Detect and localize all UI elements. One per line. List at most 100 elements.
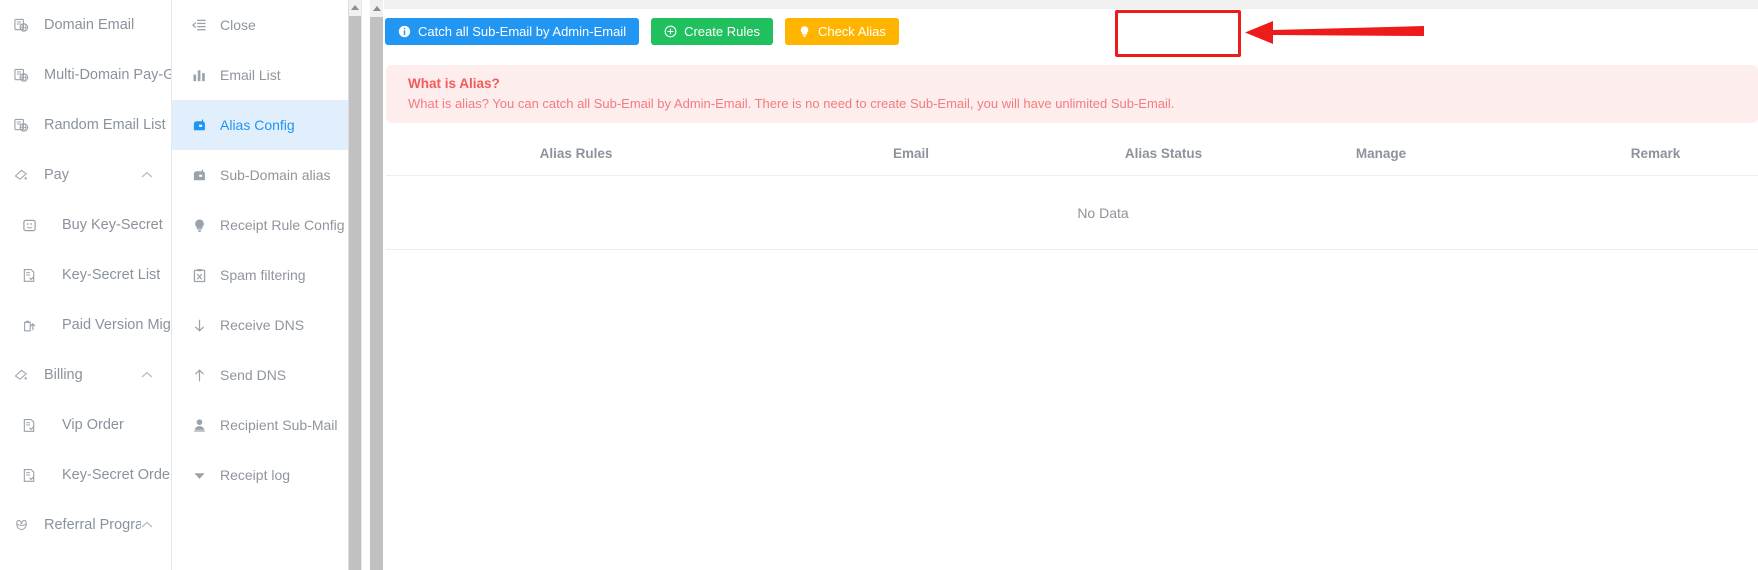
mailbox-icon [190, 118, 208, 133]
sidebar-item-label: Key-Secret Order [62, 467, 171, 483]
sidebar-group-billing[interactable]: Billing [0, 350, 171, 400]
top-strip [384, 0, 1758, 9]
menu-item-label: Send DNS [220, 367, 287, 383]
column-header-alias-status: Alias Status [1124, 145, 1203, 161]
arrow-up-icon [190, 368, 208, 383]
sidebar-item-key-secret-list[interactable]: Key-Secret List [0, 250, 171, 300]
column-header-manage: Manage [1355, 145, 1407, 161]
sidebar-item-label: Multi-Domain Pay-Group [44, 67, 171, 83]
menu-item-label: Recipient Sub-Mail [220, 417, 338, 433]
caret-down-icon [190, 468, 208, 483]
sidebar-item-label: Key-Secret List [62, 267, 161, 283]
sidebar-item-buy-key-secret[interactable]: Buy Key-Secret [0, 200, 171, 250]
document-list-icon [22, 468, 44, 483]
button-label: Check Alias [817, 24, 886, 39]
scroll-up-arrow-icon[interactable] [370, 0, 383, 16]
gift-icon [14, 518, 36, 533]
arrow-down-icon [190, 318, 208, 333]
mailbox-icon [190, 168, 208, 183]
menu-item-send-dns[interactable]: Send DNS [172, 350, 361, 400]
user-icon [190, 418, 208, 433]
sidebar-group-referral-program[interactable]: Referral Program [0, 500, 171, 550]
sidebar-item-paid-version-migration[interactable]: Paid Version Migration [0, 300, 171, 350]
action-toolbar: Catch all Sub-Email by Admin-Email Creat… [384, 18, 899, 45]
sidebar-item-label: Referral Program [44, 517, 141, 533]
sidebar-item-random-email-list[interactable]: Random Email List [0, 100, 171, 150]
column-header-remark: Remark [1630, 145, 1681, 161]
spam-clipboard-icon [190, 268, 208, 283]
check-alias-button[interactable]: Check Alias [784, 18, 899, 45]
sidebar-item-key-secret-order[interactable]: Key-Secret Order [0, 450, 171, 500]
menu-item-label: Receive DNS [220, 317, 305, 333]
sidebar-item-label: Buy Key-Secret [62, 217, 163, 233]
sidebar-item-label: Random Email List [44, 117, 166, 133]
scroll-up-arrow-icon[interactable] [349, 0, 361, 15]
annotation-highlight-box [1115, 10, 1241, 57]
menu-item-sub-domain-alias[interactable]: Sub-Domain alias [172, 150, 361, 200]
sidebar-item-label: Domain Email [44, 17, 135, 33]
menu-item-label: Receipt log [220, 467, 291, 483]
wallet-icon [22, 218, 44, 233]
content-scrollbar[interactable] [362, 0, 384, 570]
plus-circle-icon [664, 25, 677, 38]
bar-chart-icon [190, 68, 208, 83]
create-rules-button[interactable]: Create Rules [651, 18, 773, 45]
content-inner: Catch all Sub-Email by Admin-Email Creat… [384, 0, 1758, 570]
chevron-up-icon [141, 371, 153, 379]
button-label: Create Rules [684, 24, 760, 39]
menu-item-label: Spam filtering [220, 267, 306, 283]
info-circle-icon [398, 25, 411, 38]
menu-item-receipt-log[interactable]: Receipt log [172, 450, 361, 500]
primary-sidebar: Domain Email Multi-Domain Pay-Group Rand… [0, 0, 172, 570]
menu-item-label: Email List [220, 67, 281, 83]
menu-item-alias-config[interactable]: Alias Config [172, 100, 361, 150]
column-header-email: Email [892, 145, 930, 161]
menu-item-spam-filtering[interactable]: Spam filtering [172, 250, 361, 300]
sidebar-item-label: Paid Version Migration [62, 317, 171, 333]
sidebar-item-label: Pay [44, 167, 69, 183]
alias-table: Alias Rules Email Alias Status Manage Re… [386, 131, 1758, 250]
pay-icon [14, 368, 36, 383]
main-content: Catch all Sub-Email by Admin-Email Creat… [362, 0, 1758, 570]
app-root: Domain Email Multi-Domain Pay-Group Rand… [0, 0, 1758, 570]
sidebar-group-pay[interactable]: Pay [0, 150, 171, 200]
menu-item-receipt-rule-config[interactable]: Receipt Rule Config [172, 200, 361, 250]
bulb-icon [190, 218, 208, 233]
menu-item-label: Close [220, 17, 256, 33]
scrollbar-thumb[interactable] [370, 17, 383, 570]
table-empty-state: No Data [386, 176, 1758, 250]
what-is-alias-alert: What is Alias? What is alias? You can ca… [386, 65, 1758, 123]
alert-description: What is alias? You can catch all Sub-Ema… [408, 96, 1175, 111]
secondary-menu: Close Email List Alias Config Sub-Domain… [172, 0, 362, 570]
menu-item-email-list[interactable]: Email List [172, 50, 361, 100]
button-label: Catch all Sub-Email by Admin-Email [418, 24, 627, 39]
collapse-menu-icon [190, 18, 208, 33]
menu-item-label: Alias Config [220, 117, 295, 133]
annotation-arrow-icon [1239, 14, 1424, 50]
menu-item-close[interactable]: Close [172, 0, 361, 50]
pay-icon [14, 168, 36, 183]
sidebar-item-label: Vip Order [62, 417, 124, 433]
alert-title: What is Alias? [408, 76, 500, 91]
menu-item-label: Receipt Rule Config [220, 217, 345, 233]
sidebar-item-vip-order[interactable]: Vip Order [0, 400, 171, 450]
catch-all-sub-email-button[interactable]: Catch all Sub-Email by Admin-Email [385, 18, 640, 45]
column-header-alias-rules: Alias Rules [539, 145, 613, 161]
domain-email-icon [14, 68, 36, 83]
domain-email-icon [14, 118, 36, 133]
chevron-up-icon [141, 171, 153, 179]
document-list-icon [22, 418, 44, 433]
table-header-row: Alias Rules Email Alias Status Manage Re… [386, 131, 1758, 176]
menu-item-label: Sub-Domain alias [220, 167, 331, 183]
sidebar-item-domain-email[interactable]: Domain Email [0, 0, 171, 50]
menu-item-recipient-sub-mail[interactable]: Recipient Sub-Mail [172, 400, 361, 450]
chevron-up-icon [141, 521, 153, 529]
domain-email-icon [14, 18, 36, 33]
menu-item-receive-dns[interactable]: Receive DNS [172, 300, 361, 350]
scrollbar-thumb[interactable] [349, 16, 361, 570]
upgrade-icon [22, 318, 44, 333]
document-list-icon [22, 268, 44, 283]
secondary-menu-scrollbar[interactable] [348, 0, 361, 570]
sidebar-item-multi-domain-pay-group[interactable]: Multi-Domain Pay-Group [0, 50, 171, 100]
sidebar-item-label: Billing [44, 367, 83, 383]
